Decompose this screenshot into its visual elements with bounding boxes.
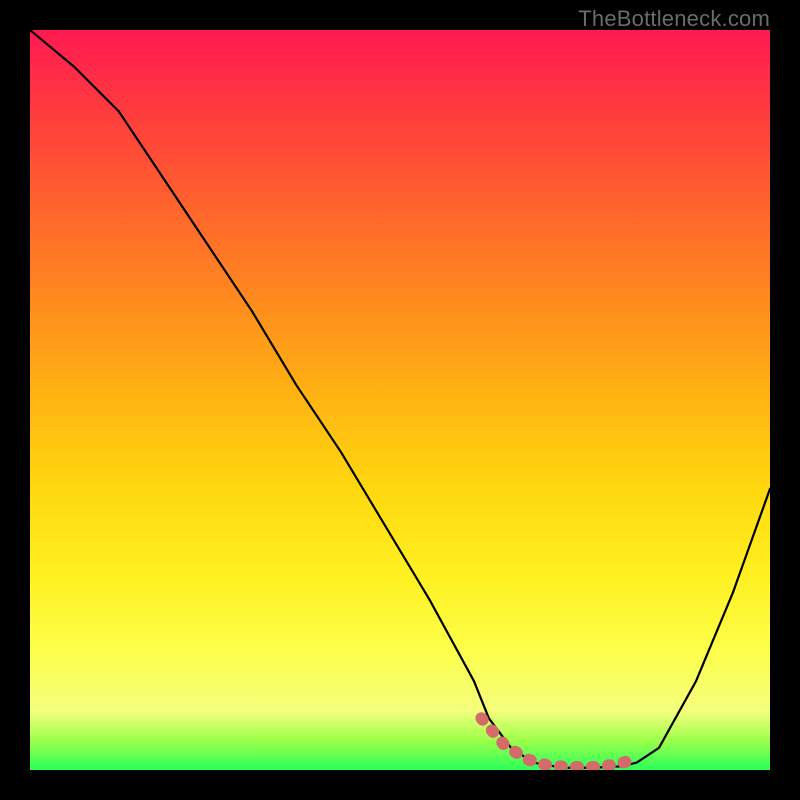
chart-frame: TheBottleneck.com <box>0 0 800 800</box>
watermark-text: TheBottleneck.com <box>578 6 770 32</box>
main-curve <box>30 30 770 768</box>
trough-highlight <box>481 718 636 767</box>
plot-area <box>30 30 770 770</box>
curve-layer <box>30 30 770 770</box>
